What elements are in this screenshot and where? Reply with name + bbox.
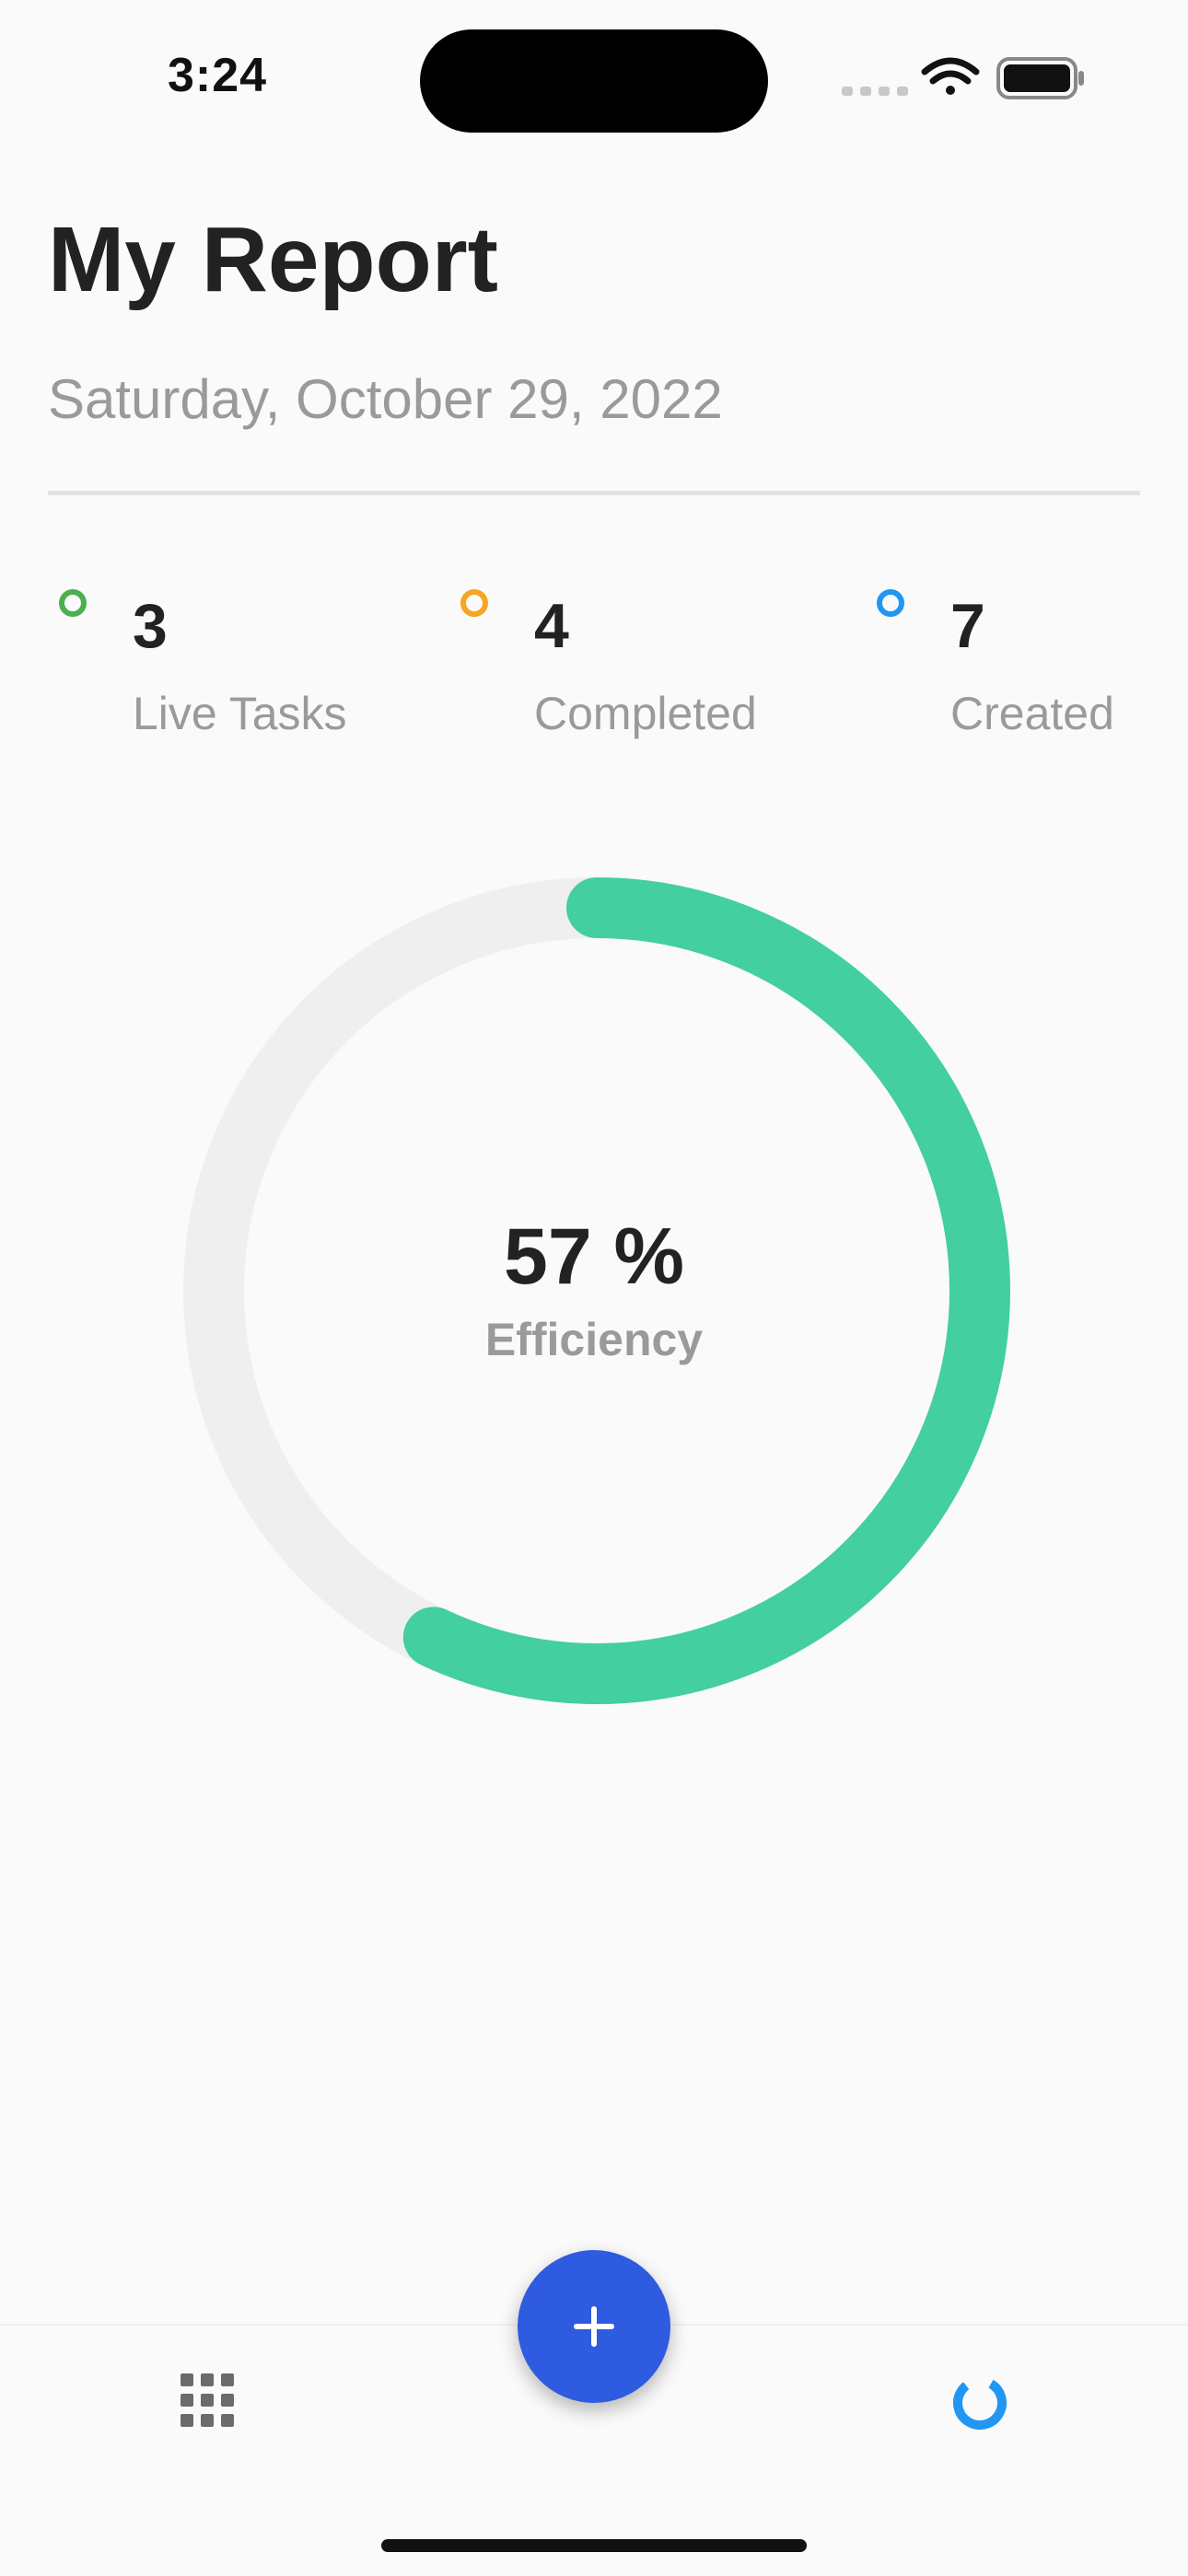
stat-dot-icon bbox=[877, 589, 904, 617]
add-task-button[interactable] bbox=[518, 2250, 670, 2403]
report-icon[interactable] bbox=[950, 2373, 1009, 2432]
page-date: Saturday, October 29, 2022 bbox=[48, 368, 723, 430]
stat-label: Created bbox=[950, 688, 1114, 739]
stat-value: 4 bbox=[534, 591, 569, 661]
dynamic-island bbox=[420, 29, 768, 133]
stat-dot-icon bbox=[460, 589, 488, 617]
stat-value: 7 bbox=[950, 591, 985, 661]
home-indicator[interactable] bbox=[381, 2539, 807, 2552]
efficiency-value: 57 % bbox=[503, 1213, 685, 1301]
stat-dot-icon bbox=[59, 589, 87, 617]
status-time: 3:24 bbox=[168, 49, 268, 102]
wifi-icon bbox=[921, 57, 980, 95]
plus-icon bbox=[574, 2306, 614, 2347]
grid-icon[interactable] bbox=[181, 2373, 234, 2427]
stat-label: Live Tasks bbox=[133, 688, 347, 739]
divider bbox=[48, 491, 1140, 495]
page-title: My Report bbox=[48, 208, 498, 311]
efficiency-caption: Efficiency bbox=[484, 1314, 704, 1365]
status-icons bbox=[842, 57, 1084, 99]
signal-icon bbox=[842, 87, 908, 96]
stat-value: 3 bbox=[133, 591, 168, 661]
battery-icon bbox=[996, 57, 1084, 99]
stat-label: Completed bbox=[534, 688, 757, 739]
